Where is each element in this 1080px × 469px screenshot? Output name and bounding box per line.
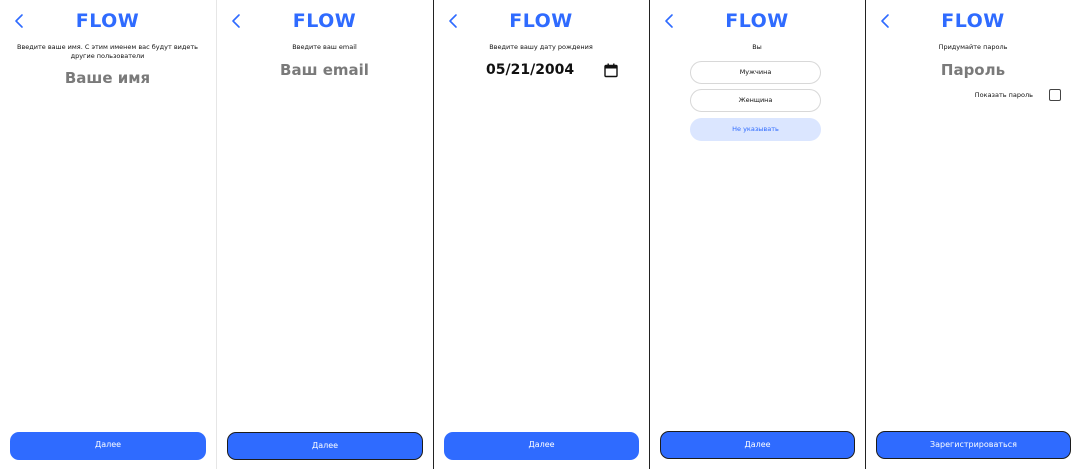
show-password-label: Показать пароль: [974, 91, 1033, 99]
password-prompt: Придумайте пароль: [938, 43, 1008, 51]
flow-logo: FLOW: [75, 10, 140, 32]
email-screen: FLOW Введите ваш email Ваш email Далее: [216, 0, 432, 469]
email-input[interactable]: Ваш email: [217, 61, 432, 79]
password-input[interactable]: Пароль: [866, 61, 1080, 79]
flow-logo: FLOW: [292, 10, 357, 32]
gender-prompt: Вы: [752, 43, 762, 51]
flow-logo: FLOW: [725, 10, 789, 32]
next-button[interactable]: Далее: [227, 432, 423, 460]
email-prompt: Введите ваш email: [292, 43, 357, 51]
birthdate-screen: FLOW Введите вашу дату рождения 05/21/20…: [433, 0, 648, 469]
next-button[interactable]: Далее: [444, 432, 639, 460]
calendar-icon[interactable]: [604, 63, 618, 78]
show-password-checkbox[interactable]: [1049, 89, 1061, 101]
name-prompt: Введите ваше имя. С этим именем вас буду…: [16, 43, 199, 60]
gender-option-female[interactable]: Женщина: [690, 89, 821, 112]
next-button[interactable]: Далее: [10, 432, 206, 460]
register-button[interactable]: Зарегистрироваться: [876, 431, 1071, 459]
next-button[interactable]: Далее: [660, 431, 855, 459]
birthdate-input[interactable]: 05/21/2004: [486, 62, 574, 78]
gender-option-unspecified[interactable]: Не указывать: [690, 118, 821, 141]
gender-screen: FLOW Вы Мужчина Женщина Не указывать Дал…: [649, 0, 864, 469]
name-screen: FLOW Введите ваше имя. С этим именем вас…: [0, 0, 215, 469]
gender-option-male[interactable]: Мужчина: [690, 61, 821, 84]
flow-logo: FLOW: [509, 10, 573, 32]
password-screen: FLOW Придумайте пароль Пароль Показать п…: [865, 0, 1080, 469]
name-input[interactable]: Ваше имя: [0, 69, 215, 87]
birthdate-prompt: Введите вашу дату рождения: [489, 43, 593, 51]
onboarding-screens: FLOW Введите ваше имя. С этим именем вас…: [0, 0, 1080, 469]
flow-logo: FLOW: [941, 10, 1005, 32]
